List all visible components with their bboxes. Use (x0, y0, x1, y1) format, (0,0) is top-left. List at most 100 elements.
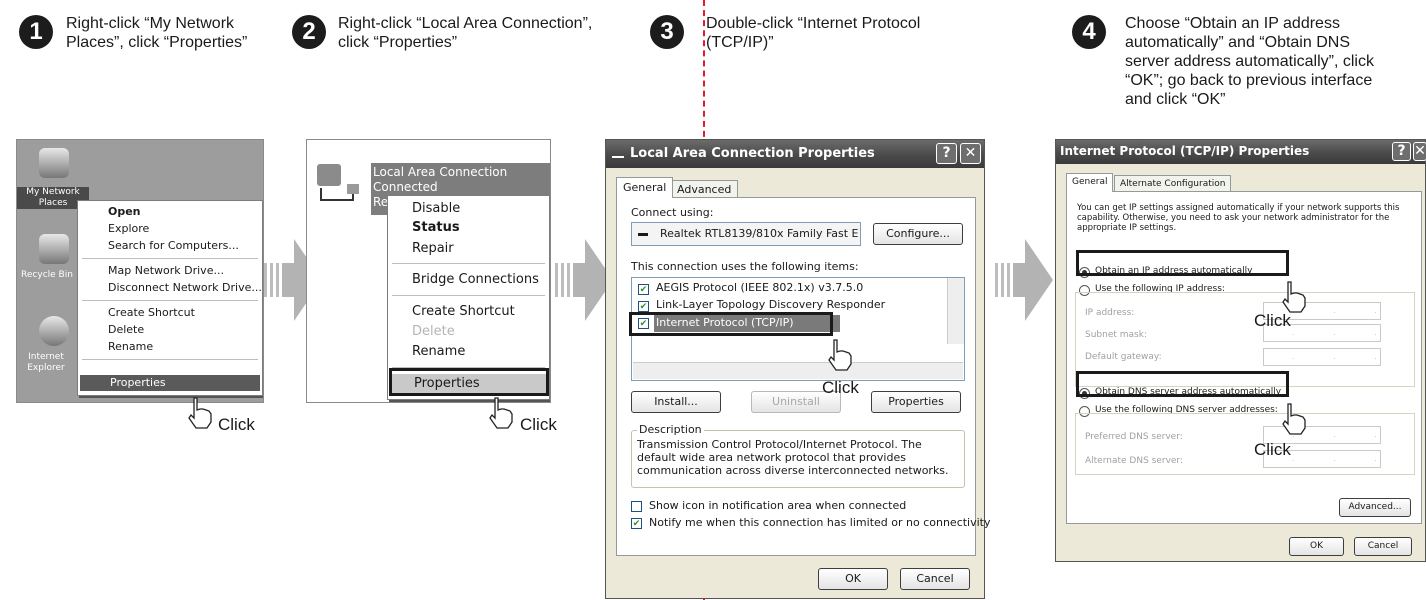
highlight-box (389, 368, 549, 396)
cancel-button[interactable]: Cancel (1354, 537, 1412, 556)
menu-item-properties[interactable]: Properties (80, 375, 260, 391)
click-annotation: Click (1254, 311, 1291, 330)
click-annotation: Click (1254, 440, 1291, 459)
step-2-instruction: Right-click “Local Area Connection”, cli… (338, 15, 593, 51)
advanced-button[interactable]: Advanced... (1339, 498, 1411, 517)
preferred-dns-label: Preferred DNS server: (1085, 432, 1183, 442)
menu-separator (82, 359, 258, 360)
items-label: This connection uses the following items… (631, 260, 859, 273)
help-button[interactable]: ? (936, 143, 957, 164)
description-text: Transmission Control Protocol/Internet P… (637, 438, 949, 477)
pointing-hand-icon (489, 397, 513, 429)
menu-separator (392, 295, 545, 296)
step-2-badge: 2 (292, 15, 326, 49)
internet-explorer-icon[interactable] (39, 316, 69, 346)
menu-item-rename[interactable]: Rename (388, 342, 549, 362)
properties-button[interactable]: Properties (871, 391, 961, 413)
ok-button[interactable]: OK (1289, 537, 1344, 556)
click-annotation: Click (218, 415, 255, 434)
show-icon-label: Show icon in notification area when conn… (649, 499, 907, 512)
network-connection-icon[interactable] (311, 160, 367, 216)
arrow-right-icon (555, 239, 613, 321)
click-annotation: Click (520, 415, 557, 434)
configure-button[interactable]: Configure... (873, 223, 963, 245)
desktop-icon-label: Recycle Bin (21, 270, 73, 280)
tab-panel: Connect using: ▬ Realtek RTL8139/810x Fa… (616, 197, 991, 556)
tcpip-properties-dialog: Internet Protocol (TCP/IP) Properties ? … (1055, 139, 1426, 562)
cancel-button[interactable]: Cancel (900, 568, 970, 590)
ip-address-label: IP address: (1085, 308, 1135, 318)
help-button[interactable]: ? (1392, 142, 1411, 161)
connect-using-label: Connect using: (631, 206, 714, 219)
network-connections-screenshot: Local Area Connection Connected Re Disab… (306, 139, 551, 403)
step-4-badge: 4 (1072, 15, 1106, 49)
intro-text: You can get IP settings assigned automat… (1077, 203, 1400, 233)
connection-name[interactable]: Local Area Connection (373, 165, 507, 179)
connection-properties-dialog: Local Area Connection Properties ? ✕ Gen… (605, 139, 991, 599)
install-button[interactable]: Install... (631, 391, 721, 413)
highlight-box (1076, 250, 1289, 276)
tab-alternate-configuration[interactable]: Alternate Configuration (1114, 175, 1232, 192)
menu-item-disconnect-drive[interactable]: Disconnect Network Drive... (78, 280, 262, 296)
menu-item-rename[interactable]: Rename (78, 339, 262, 355)
menu-item-status[interactable]: Status (388, 218, 549, 238)
default-gateway-field: . . . (1263, 348, 1381, 366)
network-icon (612, 150, 624, 158)
menu-item-create-shortcut[interactable]: Create Shortcut (388, 302, 549, 322)
description-label: Description (637, 423, 704, 436)
tab-advanced[interactable]: Advanced (670, 180, 739, 198)
pointing-hand-icon (1282, 403, 1306, 435)
highlight-box (629, 312, 833, 336)
menu-separator (82, 300, 258, 301)
highlight-box (1076, 371, 1289, 397)
item-checkbox[interactable]: ✔ (638, 301, 649, 312)
ok-button[interactable]: OK (818, 568, 888, 590)
horizontal-scrollbar[interactable] (633, 362, 963, 379)
adapter-name: Realtek RTL8139/810x Family Fast E (660, 227, 859, 240)
step-3-instruction: Double-click “Internet Protocol (TCP/IP)… (706, 15, 921, 51)
context-menu: Open Explore Search for Computers... Map… (77, 200, 263, 396)
dialog-title[interactable]: Local Area Connection Properties (606, 140, 984, 168)
step-1-badge: 1 (19, 15, 53, 49)
list-item[interactable]: Link-Layer Topology Discovery Responder (656, 298, 885, 311)
tab-panel: You can get IP settings assigned automat… (1066, 191, 1422, 524)
pointing-hand-icon (188, 397, 212, 429)
notify-checkbox[interactable]: ✔ (631, 518, 642, 529)
recycle-bin-icon[interactable] (39, 234, 69, 264)
menu-item-bridge[interactable]: Bridge Connections (388, 270, 549, 290)
adapter-icon: ▬ (638, 228, 648, 239)
network-places-icon[interactable] (39, 148, 69, 178)
vertical-scrollbar[interactable] (947, 278, 964, 344)
menu-item-explore[interactable]: Explore (78, 221, 262, 237)
show-icon-checkbox[interactable] (631, 501, 642, 512)
click-annotation: Click (822, 378, 859, 397)
menu-item-repair[interactable]: Repair (388, 239, 549, 259)
dialog-title[interactable]: Internet Protocol (TCP/IP) Properties (1056, 140, 1425, 164)
notify-label: Notify me when this connection has limit… (649, 516, 991, 529)
menu-item-delete[interactable]: Delete (78, 322, 262, 338)
item-checkbox[interactable]: ✔ (638, 284, 649, 295)
close-button[interactable]: ✕ (1413, 142, 1426, 161)
alternate-dns-label: Alternate DNS server: (1085, 456, 1184, 466)
step-1-instruction: Right-click “My Network Places”, click “… (66, 15, 248, 51)
menu-item-disable[interactable]: Disable (388, 199, 549, 219)
pointing-hand-icon (1282, 281, 1306, 313)
menu-item-map-drive[interactable]: Map Network Drive... (78, 263, 262, 279)
menu-item-create-shortcut[interactable]: Create Shortcut (78, 305, 262, 321)
tab-general[interactable]: General (1066, 173, 1114, 192)
connection-status: Connected (373, 180, 438, 194)
step-3-badge: 3 (650, 15, 684, 49)
desktop-icon-label: Internet Explorer (27, 352, 65, 373)
menu-item-open[interactable]: Open (78, 204, 262, 220)
subnet-mask-label: Subnet mask: (1085, 330, 1147, 340)
tab-general[interactable]: General (616, 177, 674, 198)
list-item[interactable]: AEGIS Protocol (IEEE 802.1x) v3.7.5.0 (656, 281, 863, 294)
desktop-screenshot: My Network Places Recycle Bin Internet E… (16, 139, 264, 403)
adapter-field: ▬ Realtek RTL8139/810x Family Fast E (631, 222, 861, 246)
step-4-instruction: Choose “Obtain an IP address automatical… (1125, 15, 1374, 108)
connection-device: Re (373, 195, 389, 209)
pointing-hand-icon (828, 339, 852, 371)
close-button[interactable]: ✕ (960, 143, 981, 164)
arrow-right-icon (995, 239, 1053, 321)
menu-item-search[interactable]: Search for Computers... (78, 238, 262, 254)
